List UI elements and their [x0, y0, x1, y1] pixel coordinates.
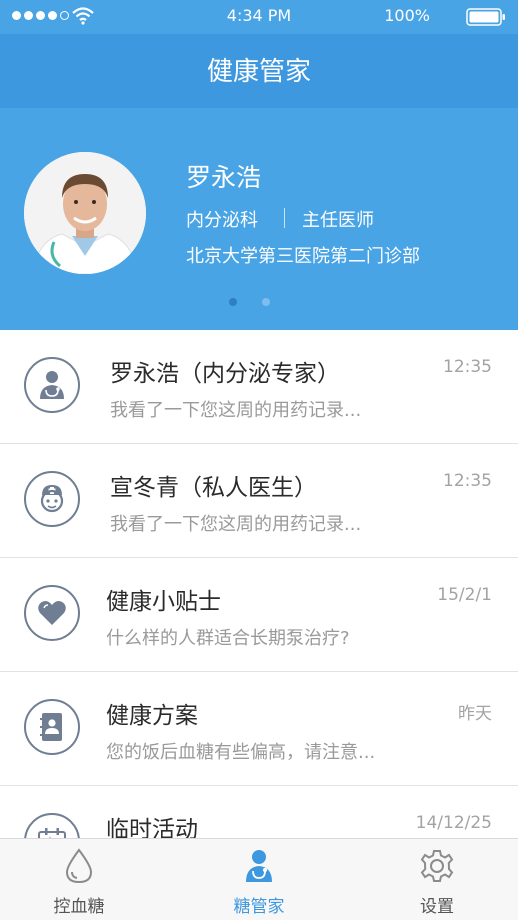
heart-icon [24, 585, 80, 641]
status-time: 4:34 PM [226, 6, 292, 25]
nav-bar: 健康管家 [0, 34, 518, 108]
tab-blood-sugar[interactable]: 控血糖 [19, 839, 139, 921]
tab-bar: 控血糖 糖管家 设置 [0, 838, 518, 920]
message-title: 健康方案 [106, 703, 198, 729]
gear-icon [377, 848, 497, 888]
activity-icon [24, 813, 80, 838]
message-time: 昨天 [458, 704, 492, 724]
message-preview: 什么样的人群适合长期泵治疗? [106, 628, 350, 649]
tab-settings[interactable]: 设置 [377, 839, 497, 921]
message-preview: 我看了一下您这周的用药记录... [110, 514, 362, 535]
message-preview: 我看了一下您这周的用药记录... [110, 400, 362, 421]
contact-book-icon [24, 699, 80, 755]
battery-percent: 100% [384, 6, 430, 25]
status-bar: 4:34 PM 100% [0, 0, 518, 34]
tab-label: 设置 [420, 897, 454, 917]
message-time: 12:35 [443, 471, 492, 491]
message-time: 12:35 [443, 357, 492, 377]
doctor-name: 罗永浩 [186, 163, 262, 192]
page-dot[interactable] [262, 298, 270, 306]
doctor-department: 内分泌科 [186, 210, 258, 231]
header: 4:34 PM 100% 健康管家 罗永浩 内分泌科 主任医师 北京大学第三医院… [0, 0, 518, 330]
doctor-avatar[interactable] [24, 152, 146, 274]
page-title: 健康管家 [206, 57, 311, 87]
doctor-icon [24, 357, 80, 413]
drop-icon [19, 848, 139, 888]
message-preview: 您的饭后血糖有些偏高，请注意... [106, 742, 376, 763]
list-item[interactable]: 罗永浩（内分泌专家） 我看了一下您这周的用药记录... 12:35 [0, 330, 518, 444]
list-item[interactable]: 临时活动 14/12/25 [0, 786, 518, 838]
list-item[interactable]: 健康方案 您的饭后血糖有些偏高，请注意... 昨天 [0, 672, 518, 786]
tab-label: 糖管家 [233, 897, 285, 917]
message-title: 宣冬青（私人医生） [110, 475, 317, 501]
divider [284, 208, 285, 228]
list-item[interactable]: 健康小贴士 什么样的人群适合长期泵治疗? 15/2/1 [0, 558, 518, 672]
page-dot-active[interactable] [229, 298, 237, 306]
list-item[interactable]: 宣冬青（私人医生） 我看了一下您这周的用药记录... 12:35 [0, 444, 518, 558]
tab-sugar-manager[interactable]: 糖管家 [199, 839, 319, 921]
doctor-profile-card[interactable]: 罗永浩 内分泌科 主任医师 北京大学第三医院第二门诊部 [0, 108, 518, 330]
message-title: 罗永浩（内分泌专家） [110, 361, 340, 387]
doctor-icon [199, 848, 319, 888]
message-title: 健康小贴士 [106, 589, 221, 615]
doctor-position: 主任医师 [302, 210, 374, 231]
message-list[interactable]: 罗永浩（内分泌专家） 我看了一下您这周的用药记录... 12:35 宣冬青（私人… [0, 330, 518, 838]
battery-icon [466, 8, 505, 26]
nurse-icon [24, 471, 80, 527]
message-time: 14/12/25 [415, 813, 492, 833]
message-time: 15/2/1 [437, 585, 492, 605]
message-title: 临时活动 [106, 817, 198, 838]
tab-label: 控血糖 [53, 897, 105, 917]
doctor-hospital: 北京大学第三医院第二门诊部 [186, 246, 420, 267]
